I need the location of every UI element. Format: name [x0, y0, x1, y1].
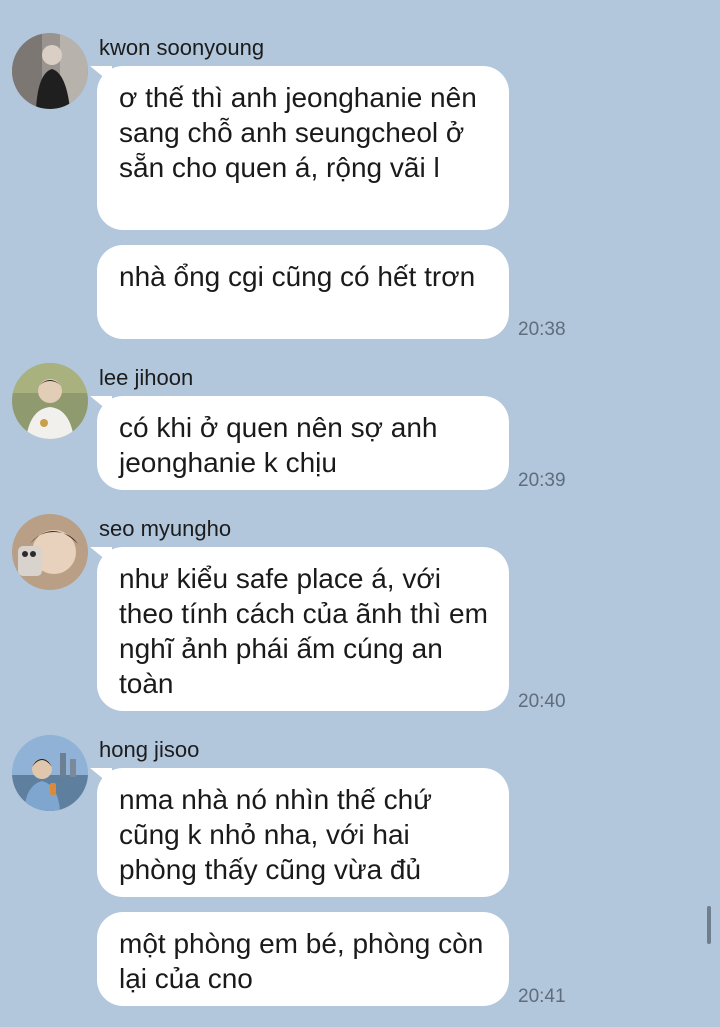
message-time: 20:38	[518, 319, 566, 340]
avatar-hong-jisoo[interactable]	[12, 735, 88, 811]
message-time: 20:39	[518, 470, 566, 491]
message-bubble[interactable]: nma nhà nó nhìn thế chứ cũng k nhỏ nha, …	[97, 768, 509, 897]
avatar-photo-icon	[12, 735, 88, 811]
avatar-lee-jihoon[interactable]	[12, 363, 88, 439]
avatar-photo-icon	[12, 33, 88, 109]
avatar-kwon-soonyoung[interactable]	[12, 33, 88, 109]
message-bubble[interactable]: như kiểu safe place á, với theo tính các…	[97, 547, 509, 711]
sender-name: hong jisoo	[99, 737, 200, 762]
avatar-seo-myungho[interactable]	[12, 514, 88, 590]
message-bubble[interactable]: một phòng em bé, phòng còn lại của cno	[97, 912, 509, 1006]
avatar-photo-icon	[12, 363, 88, 439]
sender-name: lee jihoon	[99, 365, 194, 390]
message-bubble[interactable]: ơ thế thì anh jeonghanie nên sang chỗ an…	[97, 66, 509, 230]
avatar-photo-icon	[12, 514, 88, 590]
message-time: 20:41	[518, 986, 566, 1007]
chat-thread[interactable]: kwon soonyoung ơ thế thì anh jeonghanie …	[0, 0, 720, 1027]
sender-name: seo myungho	[99, 516, 232, 541]
message-time: 20:40	[518, 691, 566, 712]
message-bubble[interactable]: nhà ổng cgi cũng có hết trơn	[97, 245, 509, 339]
message-bubble[interactable]: có khi ở quen nên sợ anh jeonghanie k ch…	[97, 396, 509, 490]
sender-name: kwon soonyoung	[99, 35, 265, 60]
scrollbar[interactable]	[707, 906, 711, 944]
